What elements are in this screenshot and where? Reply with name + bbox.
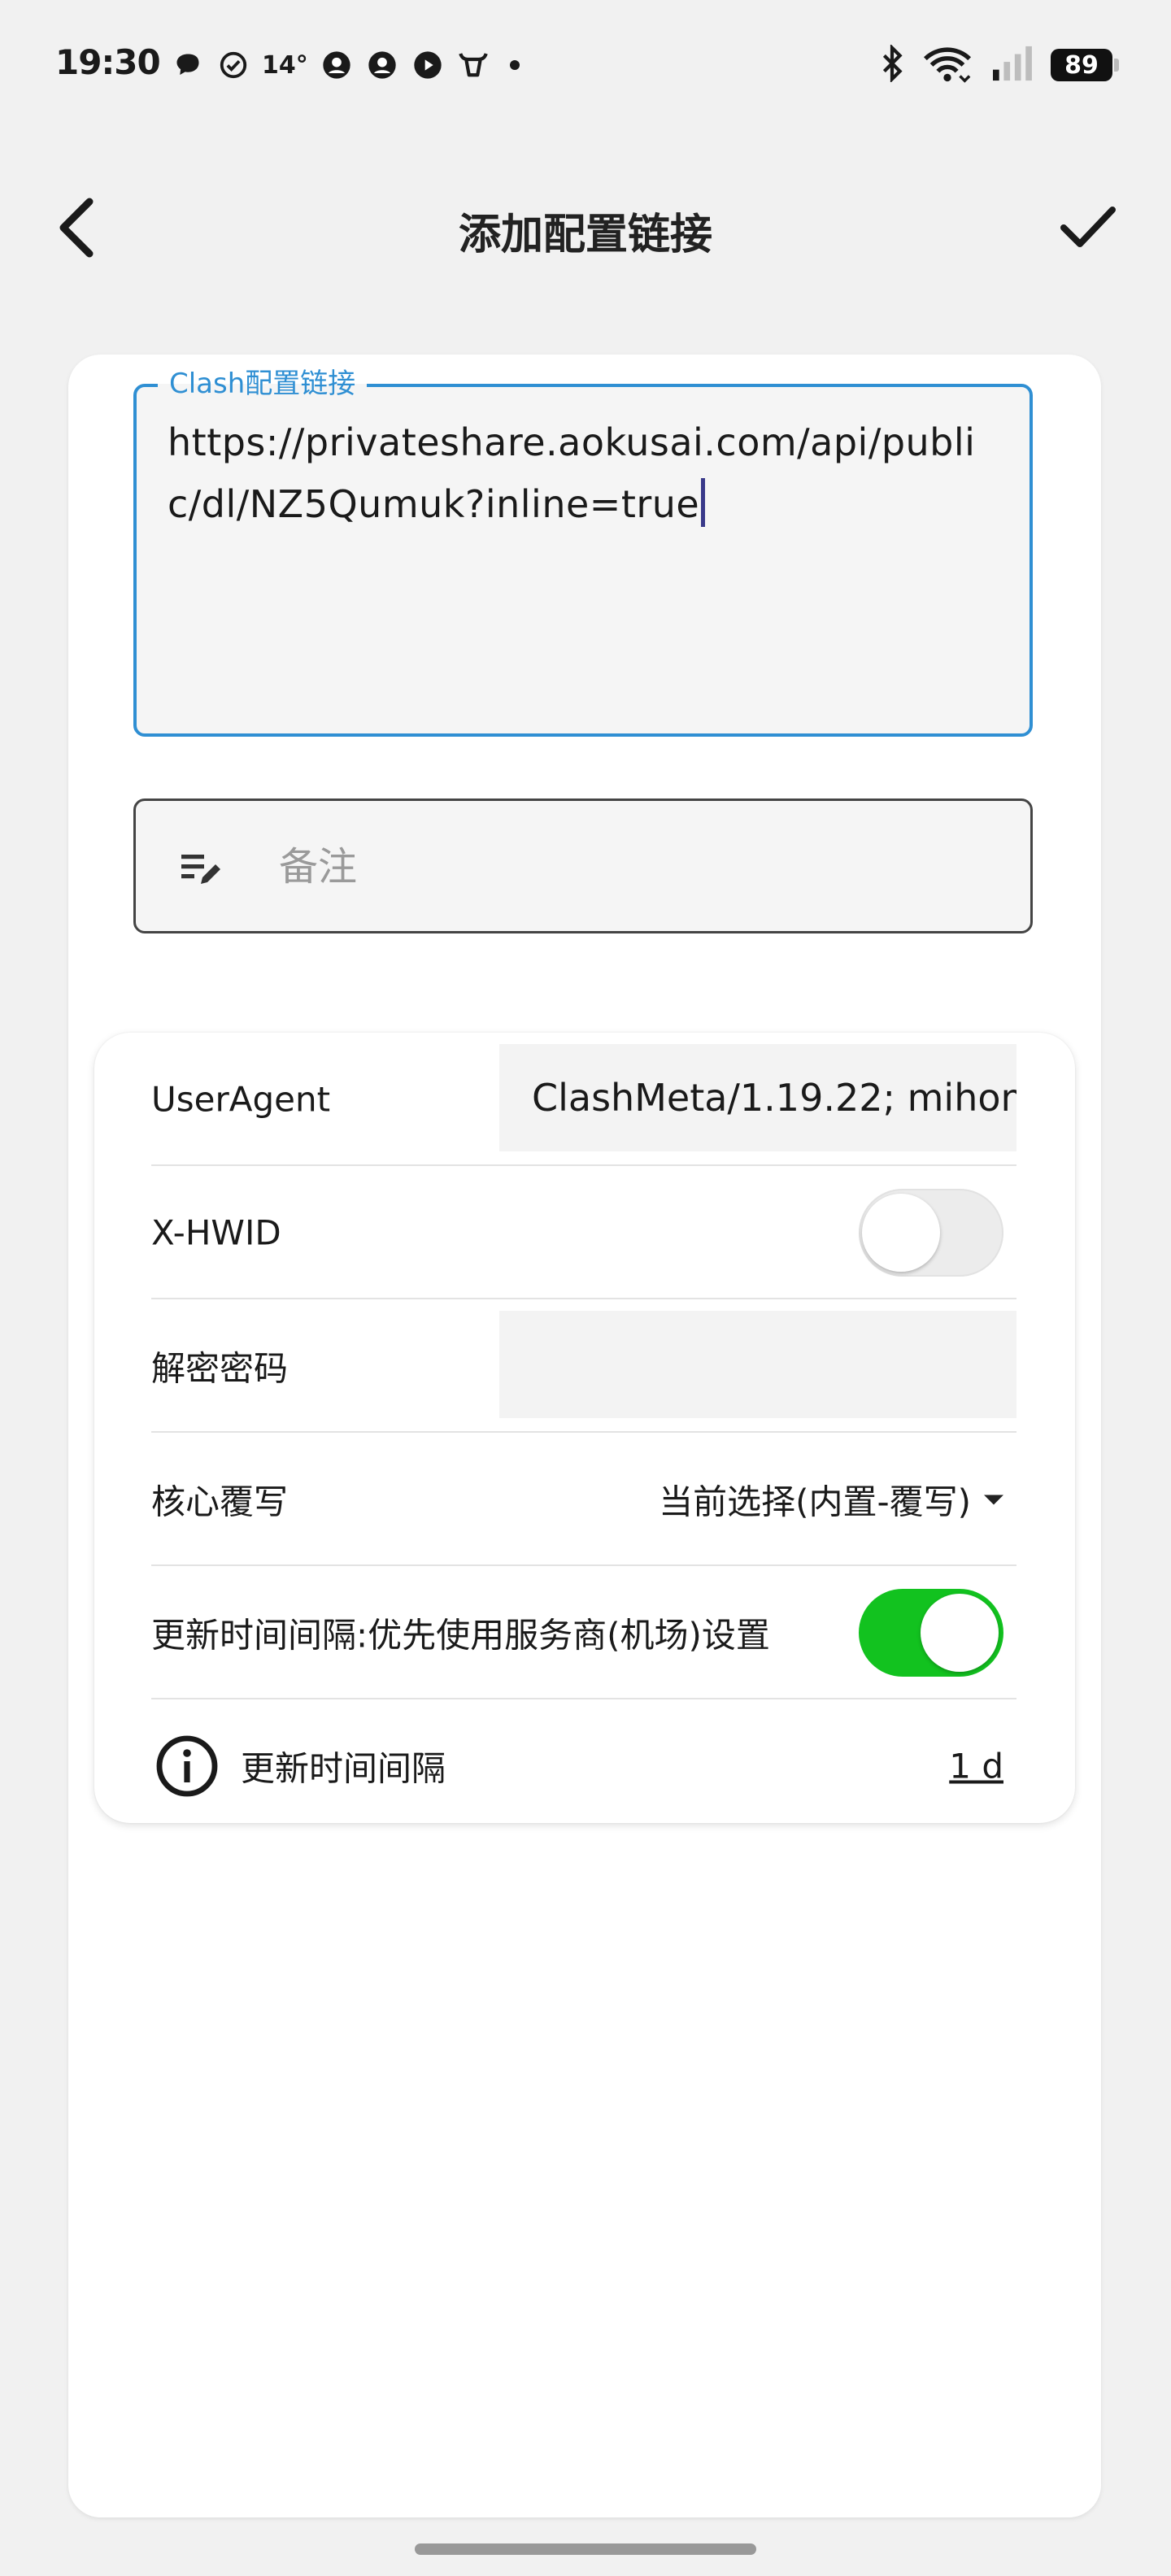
system-icons: 89 xyxy=(878,42,1119,88)
notification-icons: 14° xyxy=(171,46,520,85)
app-bar: 添加配置链接 xyxy=(0,163,1171,293)
battery-level: 89 xyxy=(1064,50,1099,80)
user-agent-row: UserAgent ClashMeta/1.19.22; mihomo xyxy=(151,1033,1016,1166)
settings-panel: UserAgent ClashMeta/1.19.22; mihomo X-HW… xyxy=(94,1033,1075,1823)
core-override-value: 当前选择(内置-覆写) xyxy=(659,1482,971,1522)
url-input-value[interactable]: https://privateshare.aokusai.com/api/pub… xyxy=(168,411,981,535)
note-field[interactable] xyxy=(133,798,1033,933)
profile-circle-icon xyxy=(365,48,399,82)
text-cursor xyxy=(701,478,706,527)
prefer-provider-toggle[interactable] xyxy=(859,1589,1003,1677)
core-override-dropdown[interactable]: 当前选择(内置-覆写) xyxy=(659,1475,1003,1525)
confirm-button[interactable] xyxy=(1047,195,1129,260)
xhwid-row: X-HWID xyxy=(151,1166,1016,1299)
decrypt-password-input[interactable] xyxy=(499,1311,1016,1418)
update-interval-value[interactable]: 1 d xyxy=(949,1747,1003,1786)
prefer-provider-label: 更新时间间隔:优先使用服务商(机场)设置 xyxy=(151,1615,770,1656)
xhwid-toggle[interactable] xyxy=(859,1189,1003,1277)
note-input[interactable] xyxy=(277,833,996,900)
toggle-knob xyxy=(862,1194,940,1272)
update-interval-label: 更新时间间隔 xyxy=(241,1748,446,1789)
core-override-row: 核心覆写 当前选择(内置-覆写) xyxy=(151,1433,1016,1566)
chat-bubble-icon xyxy=(171,48,205,82)
decrypt-password-label: 解密密码 xyxy=(151,1348,289,1389)
play-circle-icon xyxy=(411,48,445,82)
page-title: 添加配置链接 xyxy=(458,211,712,259)
dropdown-arrow-icon xyxy=(984,1495,1003,1504)
battery-icon: 89 xyxy=(1051,49,1119,81)
prefer-provider-row: 更新时间间隔:优先使用服务商(机场)设置 xyxy=(151,1566,1016,1699)
profile-circle-icon xyxy=(320,48,354,82)
check-circle-icon xyxy=(216,48,250,82)
decrypt-password-row: 解密密码 xyxy=(151,1299,1016,1433)
update-interval-row: 更新时间间隔 1 d xyxy=(151,1699,1016,1833)
status-time: 19:30 xyxy=(55,42,161,82)
user-agent-label: UserAgent xyxy=(151,1079,331,1120)
status-bar: 19:30 14° 89 xyxy=(0,0,1171,130)
config-card: Clash配置链接 https://privateshare.aokusai.c… xyxy=(68,355,1101,2517)
checkmark-icon xyxy=(1060,207,1116,247)
home-indicator[interactable] xyxy=(415,2543,756,2555)
temperature-text: 14° xyxy=(262,50,308,80)
more-notifications-dot xyxy=(509,60,520,70)
notes-edit-icon xyxy=(181,855,220,884)
cellular-signal-icon xyxy=(989,45,1034,85)
url-field[interactable]: Clash配置链接 https://privateshare.aokusai.c… xyxy=(133,366,1033,737)
user-agent-input[interactable]: ClashMeta/1.19.22; mihomo xyxy=(499,1044,1016,1151)
url-field-label: Clash配置链接 xyxy=(158,366,368,402)
url-text: https://privateshare.aokusai.com/api/pub… xyxy=(168,420,976,526)
bull-head-icon xyxy=(456,48,490,82)
info-icon[interactable] xyxy=(155,1734,220,1799)
wifi-icon xyxy=(922,44,973,86)
toggle-knob xyxy=(921,1594,999,1672)
bluetooth-icon xyxy=(878,43,906,85)
core-override-label: 核心覆写 xyxy=(151,1482,289,1522)
xhwid-label: X-HWID xyxy=(151,1212,281,1253)
